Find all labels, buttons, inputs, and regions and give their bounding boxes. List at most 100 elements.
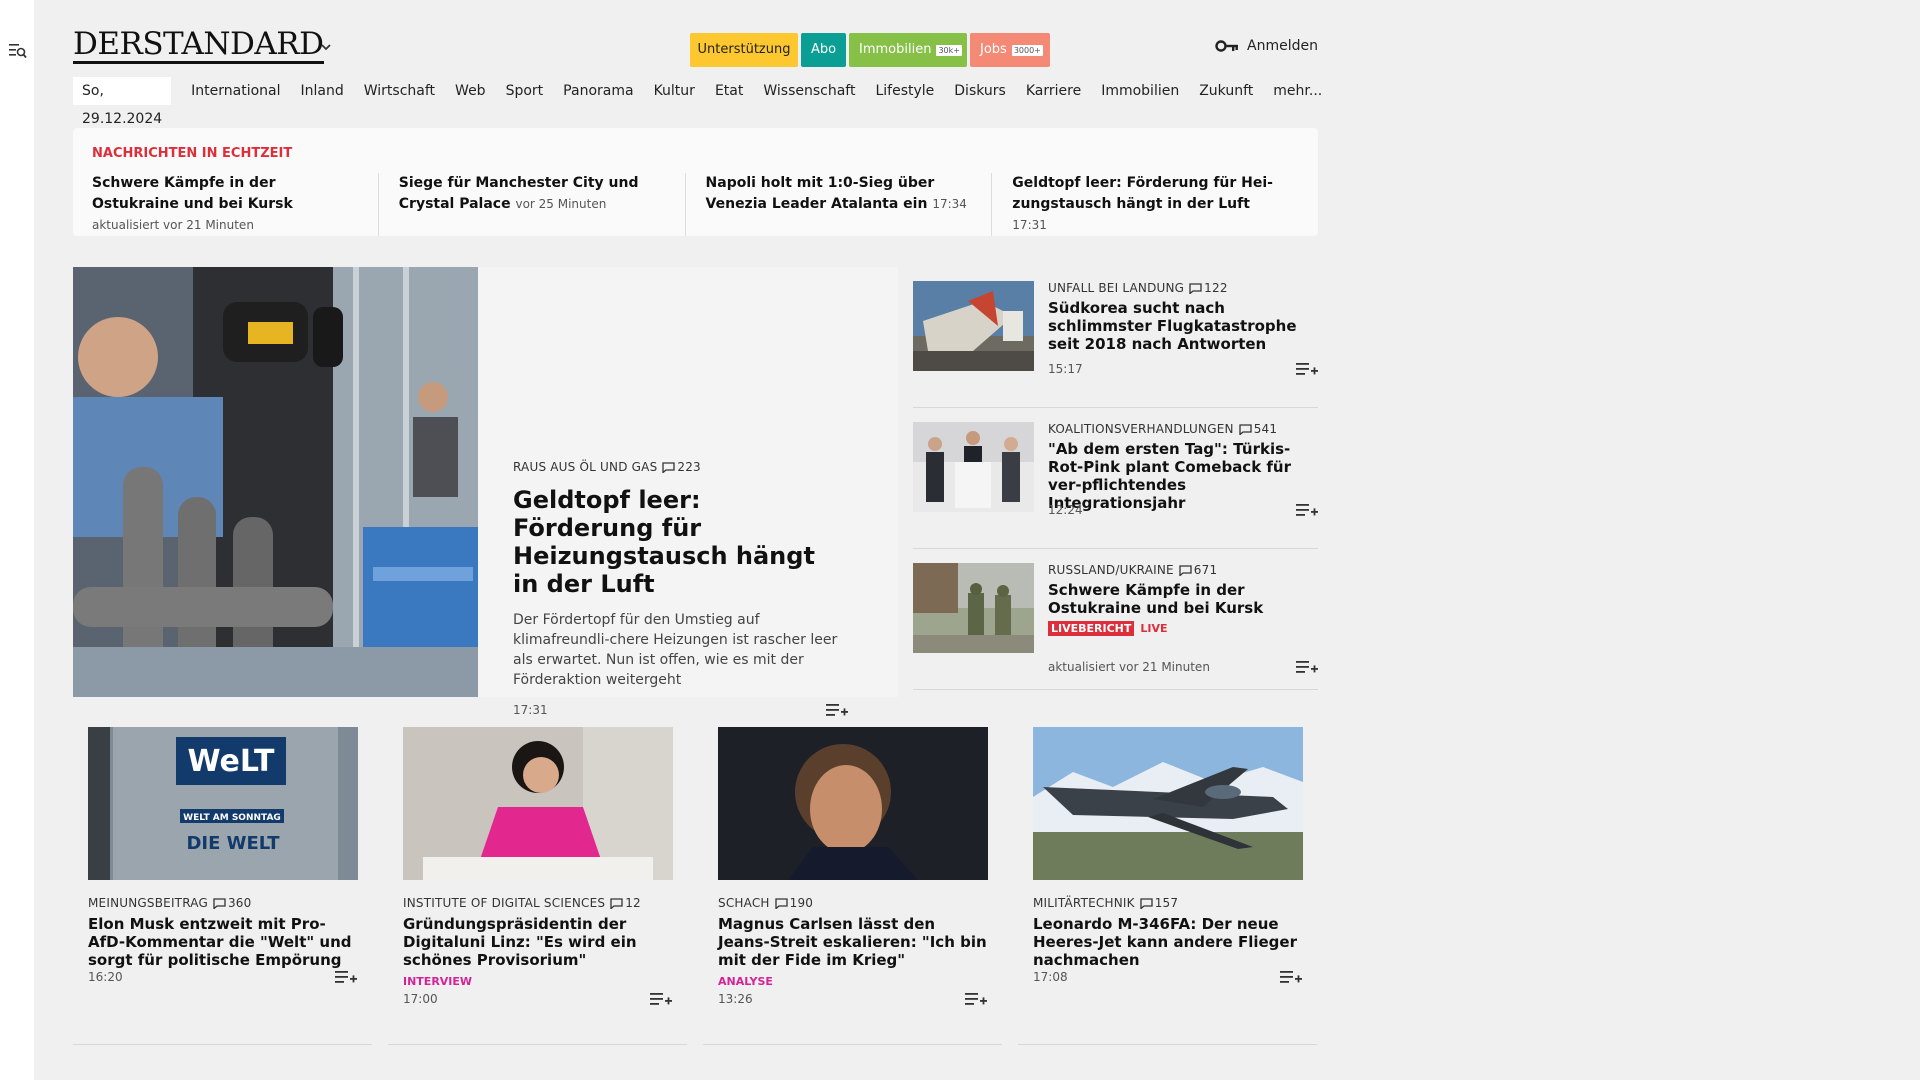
comment-icon (662, 461, 676, 473)
card-headline[interactable]: Elon Musk entzweit mit Pro-AfD-Kommentar… (88, 915, 357, 969)
chevron-down-icon[interactable] (319, 42, 333, 52)
side-time: aktualisiert vor 21 Minuten (1048, 660, 1210, 674)
nav-item-lifestyle[interactable]: Lifestyle (865, 83, 944, 99)
comments-count[interactable]: 671 (1179, 563, 1218, 577)
article-card[interactable]: SCHACH 190 Magnus Carlsen lässt den Jean… (703, 713, 1002, 1045)
hero-headline[interactable]: Geldtopf leer: Förderung für Heizungstau… (513, 486, 848, 598)
nav-item-sport[interactable]: Sport (496, 83, 554, 99)
hero-article[interactable]: RAUS AUS ÖL UND GAS 223 Geldtopf leer: F… (73, 267, 898, 717)
card-headline[interactable]: Leonardo M-346FA: Der neue Heeres-Jet ka… (1033, 915, 1302, 969)
jobs-button[interactable]: Jobs 3000+ (970, 33, 1050, 67)
header-buttons: Unterstützung Abo Immobilien 30k+ Jobs 300… (690, 33, 1050, 67)
comment-icon (1179, 564, 1192, 576)
add-to-list-icon[interactable] (1280, 969, 1302, 985)
comments-count[interactable]: 122 (1189, 281, 1228, 295)
card-image[interactable] (718, 727, 988, 880)
nav-item-wissenschaft[interactable]: Wissenschaft (753, 83, 865, 99)
card-kicker-text: INSTITUTE OF DIGITAL SCIENCES (403, 896, 606, 910)
card-headline[interactable]: Gründungspräsidentin der Digitaluni Linz… (403, 915, 672, 969)
nav-item-kultur[interactable]: Kultur (644, 83, 705, 99)
ticker-item[interactable]: Napoli holt mit 1:0-Sieg über Venezia Le… (706, 173, 993, 236)
comment-icon (774, 897, 788, 909)
add-to-list-icon[interactable] (650, 991, 672, 1007)
side-article[interactable]: RUSSLAND/UKRAINE 671 Schwere Kämpfe in d… (913, 549, 1318, 690)
comments-count[interactable]: 157 (1140, 896, 1179, 910)
comments-number: 190 (789, 896, 814, 910)
comments-number: 12 (625, 896, 641, 910)
side-article[interactable]: UNFALL BEI LANDUNG 122 Südkorea sucht na… (913, 267, 1318, 408)
nav-item-wirtschaft[interactable]: Wirtschaft (354, 83, 445, 99)
add-to-list-icon[interactable] (965, 991, 987, 1007)
nav-item-more[interactable]: mehr... (1263, 83, 1332, 99)
comment-icon (1239, 423, 1252, 435)
abo-button[interactable]: Abo (801, 33, 846, 67)
ticker-item[interactable]: Schwere Kämpfe in der Ostukraine und bei… (92, 173, 379, 236)
nav-item-etat[interactable]: Etat (705, 83, 753, 99)
welt-sign-text: WeLT (188, 744, 276, 779)
ticker-headline: Schwere Kämpfe in der Ostukraine und bei… (92, 175, 293, 212)
ticker-meta: 17:34 (932, 197, 967, 211)
nav-item-international[interactable]: International (181, 83, 290, 99)
side-kicker-text: KOALITIONSVERHANDLUNGEN (1048, 422, 1234, 436)
nav-item-zukunft[interactable]: Zukunft (1189, 83, 1263, 99)
add-to-list-icon[interactable] (1296, 502, 1318, 518)
article-card[interactable]: WeLT WELT AM SONNTAG DIE WELT MEINUNGSBE… (73, 713, 372, 1045)
comments-count[interactable]: 190 (774, 896, 814, 910)
ticker-title: NACHRICHTEN IN ECHTZEIT (92, 146, 293, 161)
side-article[interactable]: KOALITIONSVERHANDLUNGEN 541 "Ab dem erst… (913, 408, 1318, 549)
ticker-item[interactable]: Geldtopf leer: Förderung für Hei-zungsta… (1012, 173, 1299, 236)
live-label: LIVE (1140, 622, 1168, 635)
comments-number: 360 (227, 896, 252, 910)
add-to-list-icon[interactable] (1296, 361, 1318, 377)
side-article-image[interactable] (913, 281, 1034, 371)
immobilien-button[interactable]: Immobilien 30k+ (849, 33, 967, 67)
card-image[interactable] (403, 727, 673, 880)
login-label: Anmelden (1247, 38, 1318, 54)
side-headline[interactable]: Schwere Kämpfe in der Ostukraine und bei… (1048, 581, 1318, 617)
site-logo[interactable]: DERSTANDARD (73, 28, 324, 64)
live-badges: LIVEBERICHT LIVE (1048, 621, 1318, 636)
card-headline[interactable]: Magnus Carlsen lässt den Jeans-Streit es… (718, 915, 987, 969)
hero-kicker: RAUS AUS ÖL UND GAS 223 (513, 460, 848, 474)
comments-count[interactable]: 223 (662, 460, 701, 474)
ticker-meta: vor 25 Minuten (515, 197, 607, 211)
add-to-list-icon[interactable] (335, 969, 357, 985)
comments-count[interactable]: 12 (610, 896, 641, 910)
hero-image[interactable] (73, 267, 478, 697)
menu-search-icon[interactable] (9, 43, 27, 59)
live-ticker: NACHRICHTEN IN ECHTZEIT Schwere Kämpfe i… (73, 128, 1318, 236)
card-label: INTERVIEW (403, 975, 473, 988)
ticker-headline: Geldtopf leer: Förderung für Hei-zungsta… (1012, 175, 1273, 212)
nav-item-karriere[interactable]: Karriere (1016, 83, 1091, 99)
card-kicker: MILITÄRTECHNIK 157 (1033, 896, 1302, 910)
card-kicker: SCHACH 190 (718, 896, 987, 910)
nav-item-immobilien[interactable]: Immobilien (1091, 83, 1189, 99)
comments-number: 223 (677, 460, 701, 474)
support-button[interactable]: Unterstützung (690, 33, 798, 67)
nav-item-diskurs[interactable]: Diskurs (944, 83, 1016, 99)
support-label: Unterstützung (697, 42, 791, 57)
immobilien-badge: 30k+ (936, 44, 962, 56)
side-article-image[interactable] (913, 563, 1034, 653)
comments-number: 157 (1154, 896, 1179, 910)
nav-item-inland[interactable]: Inland (291, 83, 354, 99)
card-image[interactable] (1033, 727, 1303, 880)
add-to-list-icon[interactable] (1296, 659, 1318, 675)
card-image[interactable]: WeLT WELT AM SONNTAG DIE WELT (88, 727, 358, 880)
login-button[interactable]: Anmelden (1215, 38, 1318, 54)
current-date: So, 29.12.2024 (73, 77, 172, 127)
card-time: 16:20 (88, 970, 123, 984)
side-headline[interactable]: Südkorea sucht nach schlimmster Flugkata… (1048, 299, 1318, 353)
comments-count[interactable]: 541 (1239, 422, 1278, 436)
immobilien-label: Immobilien (859, 42, 932, 57)
article-card[interactable]: INSTITUTE OF DIGITAL SCIENCES 12 Gründun… (388, 713, 687, 1045)
side-kicker: RUSSLAND/UKRAINE 671 (1048, 563, 1318, 577)
comments-number: 122 (1204, 281, 1228, 295)
article-card[interactable]: MILITÄRTECHNIK 157 Leonardo M-346FA: Der… (1018, 713, 1317, 1045)
comments-count[interactable]: 360 (213, 896, 252, 910)
ticker-item[interactable]: Siege für Manchester City und Crystal Pa… (399, 173, 686, 236)
nav-item-web[interactable]: Web (445, 83, 496, 99)
side-article-image[interactable] (913, 422, 1034, 512)
side-kicker-text: UNFALL BEI LANDUNG (1048, 281, 1185, 295)
nav-item-panorama[interactable]: Panorama (553, 83, 643, 99)
